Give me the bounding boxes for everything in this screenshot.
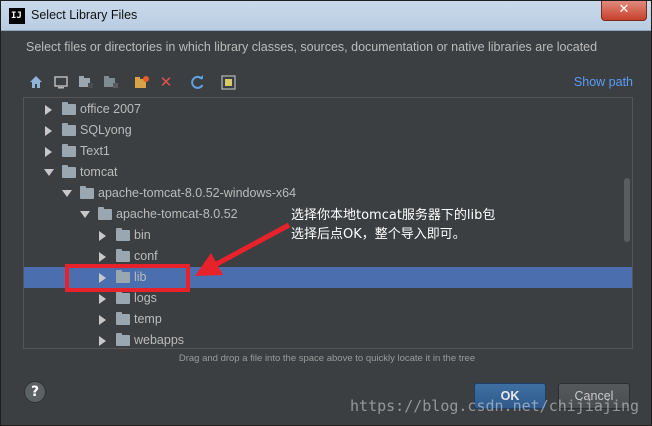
refresh-icon[interactable]	[188, 73, 206, 91]
tree-row-label: tomcat	[80, 165, 118, 179]
folder-icon	[98, 207, 112, 220]
file-chooser-toolbar: ✕ Show path	[23, 70, 635, 96]
tree-row-label: webapps	[134, 333, 185, 347]
tree-scrollbar[interactable]	[624, 178, 630, 242]
expand-arrow-icon[interactable]	[99, 294, 106, 304]
delete-icon[interactable]: ✕	[157, 73, 175, 91]
drag-drop-hint: Drag and drop a file into the space abov…	[178, 353, 476, 364]
tree-row-webapps[interactable]: webapps	[24, 330, 632, 348]
tree-row-temp[interactable]: temp	[24, 309, 632, 330]
folder-icon	[116, 249, 130, 262]
expand-arrow-icon[interactable]	[45, 147, 52, 157]
folder-icon	[116, 228, 130, 241]
folder-icon	[62, 123, 76, 136]
expand-arrow-icon[interactable]	[99, 315, 106, 325]
annotation-arrow-icon	[195, 222, 291, 276]
folder-icon	[80, 186, 94, 199]
collapse-arrow-icon[interactable]	[80, 211, 90, 218]
tree-row-label: apache-tomcat-8.0.52-windows-x64	[98, 186, 297, 200]
show-path-link[interactable]: Show path	[574, 75, 633, 89]
collapse-arrow-icon[interactable]	[62, 190, 72, 197]
annotation-line-1: 选择你本地tomcat服务器下的lib包	[291, 208, 496, 223]
tree-row-label: bin	[134, 228, 151, 242]
expand-arrow-icon[interactable]	[99, 336, 106, 346]
folder-icon	[62, 165, 76, 178]
module-folder-icon[interactable]	[102, 73, 120, 91]
folder-icon	[116, 312, 130, 325]
desktop-icon[interactable]	[52, 73, 70, 91]
home-icon[interactable]	[27, 73, 45, 91]
folder-icon	[116, 291, 130, 304]
help-button[interactable]: ?	[24, 381, 46, 403]
tree-row-apache-tomcat-windows[interactable]: apache-tomcat-8.0.52-windows-x64	[24, 183, 632, 204]
tree-row-label: logs	[134, 291, 157, 305]
annotation-line-2: 选择后点OK，整个导入即可。	[291, 227, 466, 242]
tree-row-office-2007[interactable]: office 2007	[24, 99, 632, 120]
folder-icon	[62, 144, 76, 157]
tree-row-label: SQLyong	[80, 123, 132, 137]
tree-row-label: conf	[134, 249, 158, 263]
dialog-window: IJ Select Library Files ✕ Select files o…	[0, 0, 652, 426]
expand-arrow-icon[interactable]	[45, 105, 52, 115]
close-button[interactable]: ✕	[601, 1, 647, 21]
toggle-hidden-icon[interactable]	[219, 73, 237, 91]
folder-icon	[62, 102, 76, 115]
expand-arrow-icon[interactable]	[99, 252, 106, 262]
title-bar[interactable]: IJ Select Library Files ✕	[1, 1, 651, 31]
expand-arrow-icon[interactable]	[99, 231, 106, 241]
intellij-app-icon: IJ	[9, 8, 25, 24]
annotation-text: 选择你本地tomcat服务器下的lib包 选择后点OK，整个导入即可。	[291, 206, 495, 244]
annotation-highlight-box	[65, 264, 190, 292]
watermark-text: https://blog.csdn.net/chijiajing	[350, 397, 639, 415]
new-folder-icon[interactable]	[133, 73, 151, 91]
tree-row-label: temp	[134, 312, 162, 326]
dialog-description: Select files or directories in which lib…	[26, 40, 598, 54]
project-folder-icon[interactable]	[77, 73, 95, 91]
tree-row-label: Text1	[80, 144, 110, 158]
window-title: Select Library Files	[31, 8, 138, 22]
collapse-arrow-icon[interactable]	[44, 169, 54, 176]
tree-row-text1[interactable]: Text1	[24, 141, 632, 162]
tree-row-label: office 2007	[80, 102, 141, 116]
tree-row-tomcat[interactable]: tomcat	[24, 162, 632, 183]
tree-row-sqlyong[interactable]: SQLyong	[24, 120, 632, 141]
expand-arrow-icon[interactable]	[45, 126, 52, 136]
folder-icon	[116, 333, 130, 346]
